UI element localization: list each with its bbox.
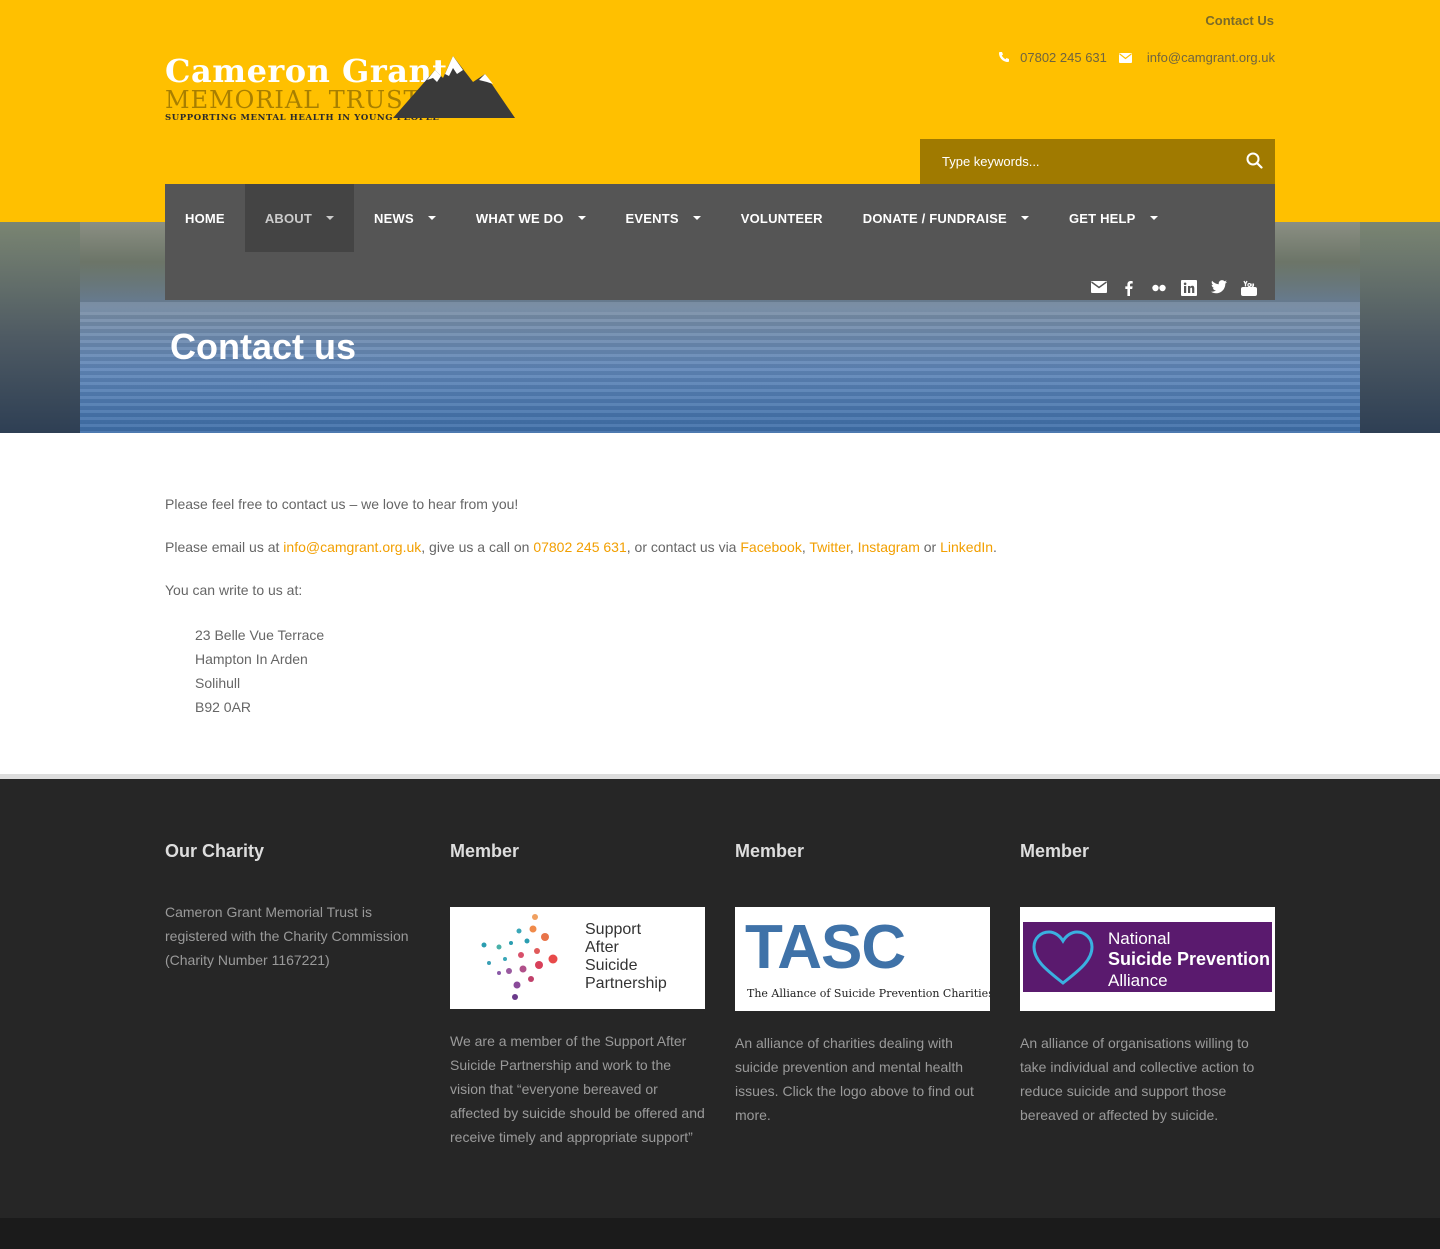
chevron-down-icon: [1020, 216, 1029, 220]
contact-methods: Please email us at info@camgrant.org.uk,…: [165, 539, 997, 555]
nspa-logo-text: National Suicide Prevention Alliance: [1108, 929, 1271, 990]
facebook-link[interactable]: Facebook: [740, 539, 801, 555]
site-footer: Our Charity Cameron Grant Memorial Trust…: [0, 779, 1440, 1218]
social-links: [1091, 280, 1257, 296]
header-contact-line: 07802 245 631 info@camgrant.org.uk: [998, 50, 1275, 65]
email-icon[interactable]: [1091, 280, 1107, 294]
hero-side-right: [1360, 222, 1440, 433]
postal-address: 23 Belle Vue Terrace Hampton In Arden So…: [195, 623, 1275, 719]
tasc-logo-subtitle: The Alliance of Suicide Prevention Chari…: [747, 987, 990, 1000]
youtube-icon[interactable]: [1241, 280, 1257, 296]
footer-text: An alliance of charities dealing with su…: [735, 1035, 974, 1123]
instagram-link[interactable]: Instagram: [858, 539, 920, 555]
footer-bottom-bar: [0, 1218, 1440, 1249]
footer-heading: Our Charity: [165, 841, 265, 861]
chevron-down-icon: [577, 216, 586, 220]
email-link[interactable]: info@camgrant.org.uk: [283, 539, 421, 555]
chevron-down-icon: [427, 216, 436, 220]
main-content: Please feel free to contact us – we love…: [165, 494, 1275, 719]
site-logo[interactable]: Cameron Grant MEMORIAL TRUST SUPPORTING …: [165, 50, 525, 130]
nav-item-donate-fundraise[interactable]: DONATE / FUNDRAISE: [843, 184, 1049, 252]
search-icon[interactable]: [1246, 152, 1263, 174]
hero-side-left: [0, 222, 80, 433]
flickr-icon[interactable]: [1151, 280, 1167, 294]
header-phone[interactable]: 07802 245 631: [1020, 50, 1107, 65]
contact-us-top-link[interactable]: Contact Us: [1205, 13, 1274, 28]
search-input[interactable]: [940, 153, 1234, 170]
footer-col-member-nspa: Member National Suicide Prevention Allia…: [1020, 841, 1275, 1127]
nav-item-home[interactable]: HOME: [165, 184, 245, 252]
footer-heading: Member: [735, 841, 805, 861]
footer-heading: Member: [1020, 841, 1090, 861]
address-line: B92 0AR: [195, 699, 252, 715]
phone-link[interactable]: 07802 245 631: [533, 539, 626, 555]
tasc-logo[interactable]: TASC The Alliance of Suicide Prevention …: [735, 907, 990, 1011]
footer-text: Cameron Grant Memorial Trust is register…: [165, 904, 409, 968]
chevron-down-icon: [692, 216, 701, 220]
phone-icon: [998, 51, 1012, 65]
footer-col-member-sasp: Member Support After Suicide Partnership…: [450, 841, 705, 1149]
nav-item-get-help[interactable]: GET HELP: [1049, 184, 1178, 252]
footer-text: We are a member of the Support After Sui…: [450, 1033, 705, 1145]
address-line: 23 Belle Vue Terrace: [195, 627, 325, 643]
linkedin-icon[interactable]: [1181, 280, 1197, 296]
header-email[interactable]: info@camgrant.org.uk: [1147, 50, 1275, 65]
write-intro: You can write to us at:: [165, 582, 303, 598]
tasc-logo-title: TASC: [745, 913, 906, 982]
chevron-down-icon: [1149, 216, 1158, 220]
main-nav: HOME ABOUT NEWS WHAT WE DO EVENTS VOLUNT…: [165, 184, 1275, 300]
sasp-logo-text: Support After Suicide Partnership: [585, 921, 667, 992]
envelope-icon: [1118, 51, 1133, 65]
facebook-icon[interactable]: [1121, 280, 1137, 296]
footer-col-member-tasc: Member TASC The Alliance of Suicide Prev…: [735, 841, 990, 1127]
linkedin-link[interactable]: LinkedIn: [940, 539, 993, 555]
nav-item-news[interactable]: NEWS: [354, 184, 456, 252]
address-line: Hampton In Arden: [195, 651, 308, 667]
address-line: Solihull: [195, 675, 241, 691]
footer-text: An alliance of organisations willing to …: [1020, 1035, 1255, 1123]
nav-item-volunteer[interactable]: VOLUNTEER: [721, 184, 843, 252]
twitter-icon[interactable]: [1211, 280, 1227, 294]
nav-item-events[interactable]: EVENTS: [606, 184, 721, 252]
footer-heading: Member: [450, 841, 520, 861]
sasp-logo[interactable]: Support After Suicide Partnership: [450, 907, 705, 1009]
chevron-down-icon: [326, 216, 335, 220]
mountain-logo-icon: [393, 56, 515, 118]
nav-item-what-we-do[interactable]: WHAT WE DO: [456, 184, 606, 252]
page-title: Contact us: [170, 326, 357, 367]
nav-item-about[interactable]: ABOUT: [244, 184, 355, 252]
nspa-logo[interactable]: National Suicide Prevention Alliance: [1020, 907, 1275, 1011]
contact-intro: Please feel free to contact us – we love…: [165, 496, 519, 512]
heart-icon: [1032, 930, 1094, 985]
twitter-link[interactable]: Twitter: [809, 539, 849, 555]
logo-subtitle: MEMORIAL TRUST: [165, 86, 421, 114]
sasp-dots-icon: [481, 914, 558, 1000]
search-bar: [920, 139, 1275, 184]
footer-col-charity: Our Charity Cameron Grant Memorial Trust…: [165, 841, 420, 972]
